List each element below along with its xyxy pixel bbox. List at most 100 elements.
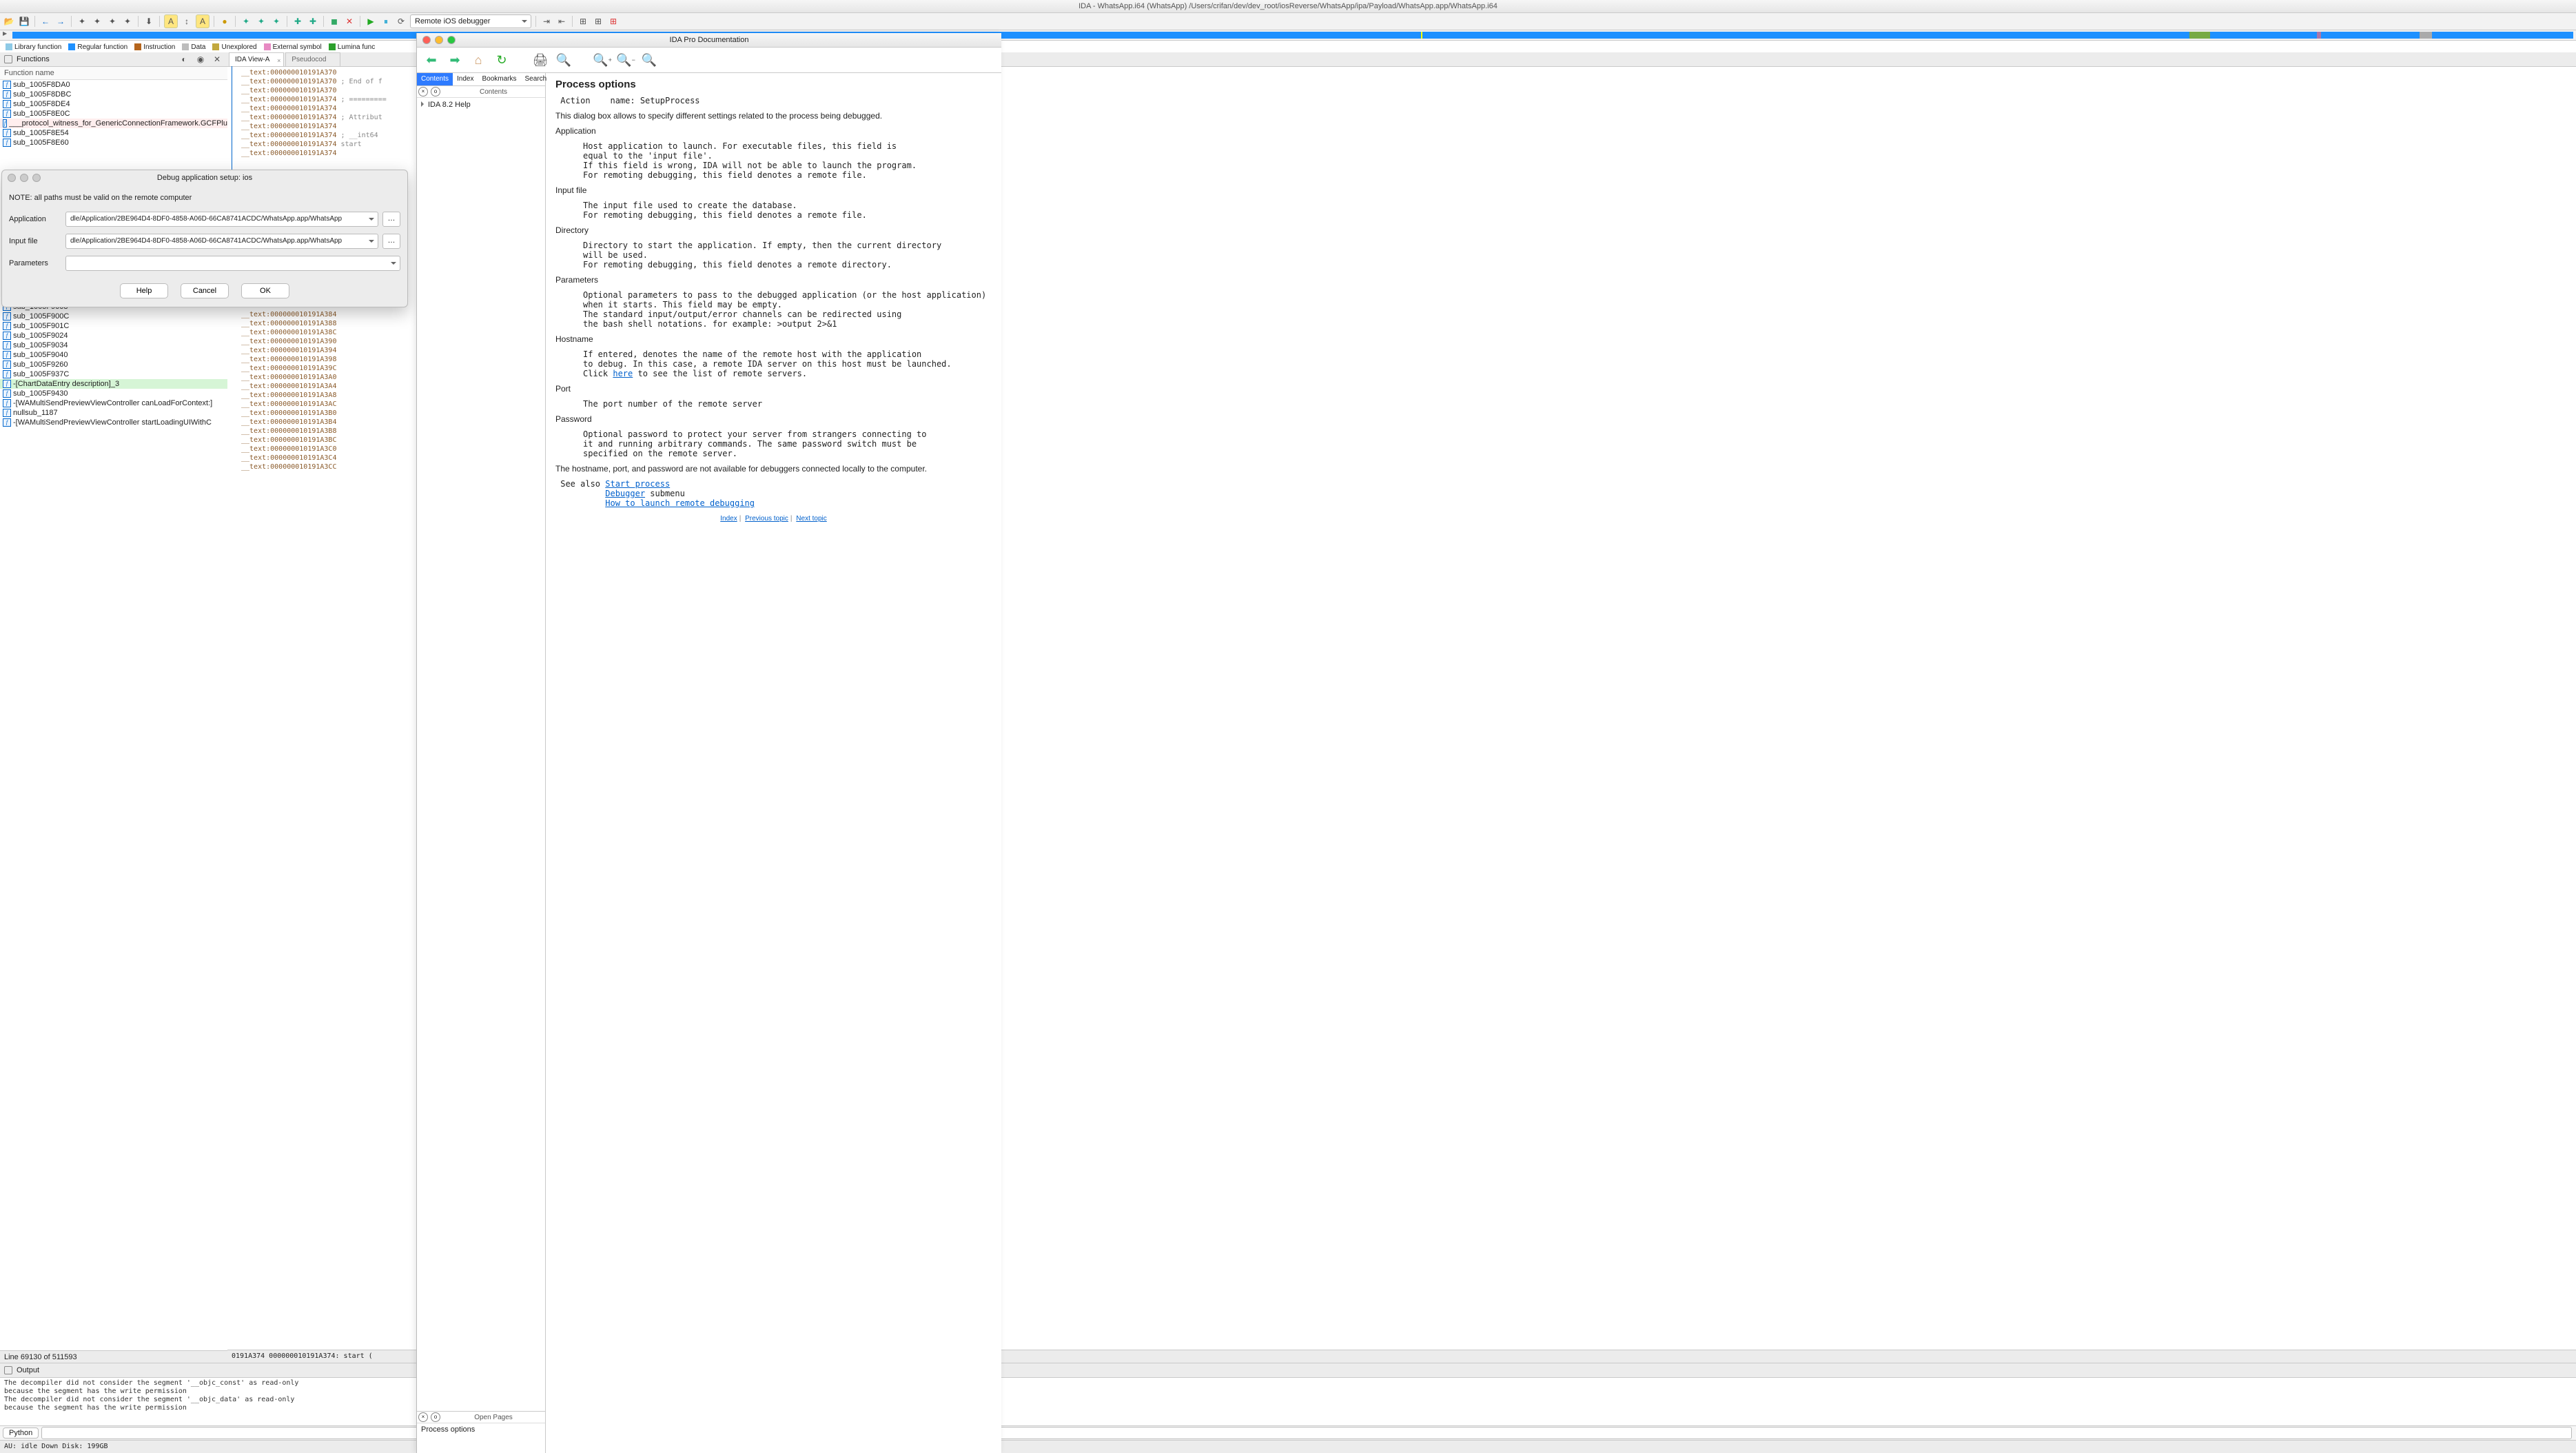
highlight-icon[interactable]: A [164, 14, 178, 28]
open-icon[interactable]: 📂 [3, 15, 15, 28]
stop-icon[interactable]: ◼ [328, 15, 340, 28]
pane-btn-icon[interactable]: ◉ [194, 53, 207, 65]
function-row[interactable]: fsub_1005F8DE4 [0, 99, 227, 109]
back-icon[interactable]: ← [39, 15, 52, 28]
traffic-zoom-icon[interactable] [447, 36, 456, 44]
tool-icon[interactable]: ✚ [307, 15, 319, 28]
tool-icon[interactable]: ⊞ [592, 15, 604, 28]
help-content[interactable]: Process options Action name: SetupProces… [546, 73, 1001, 1453]
find-icon[interactable]: 🔍 [555, 51, 573, 69]
traffic-close-icon[interactable] [8, 174, 16, 182]
function-row[interactable]: f-[ChartDataEntry description]_3 [0, 379, 227, 389]
circle-icon[interactable]: o [431, 1412, 440, 1422]
traffic-min-icon[interactable] [435, 36, 443, 44]
traffic-zoom-icon[interactable] [32, 174, 41, 182]
tool-icon[interactable]: ✦ [76, 15, 88, 28]
help-tab-bookmarks[interactable]: Bookmarks [478, 73, 521, 85]
zoom-reset-icon[interactable]: 🔍 [640, 51, 658, 69]
fwd-icon[interactable]: → [54, 15, 67, 28]
inputfile-input[interactable]: dle/Application/2BE964D4-8DF0-4858-A06D-… [65, 234, 378, 249]
tab-ida-view[interactable]: IDA View-A× [229, 52, 284, 66]
highlight-icon[interactable]: A [196, 14, 209, 28]
save-icon[interactable]: 💾 [18, 15, 30, 28]
ok-button[interactable]: OK [241, 283, 289, 298]
function-row[interactable]: fsub_1005F9034 [0, 341, 227, 350]
nav-band[interactable]: ▶ [0, 30, 2576, 41]
browse-button[interactable]: … [382, 234, 400, 249]
tool-icon[interactable]: ⇤ [555, 15, 568, 28]
traffic-min-icon[interactable] [20, 174, 28, 182]
tool-icon[interactable]: ✚ [292, 15, 304, 28]
run-icon[interactable]: ▶ [365, 15, 377, 28]
function-row[interactable]: f-[WAMultiSendPreviewViewController canL… [0, 398, 227, 408]
tool-icon[interactable]: ✦ [255, 15, 267, 28]
open-page-item[interactable]: Process options [417, 1423, 545, 1436]
function-row[interactable]: f___protocol_witness_for_GenericConnecti… [0, 119, 227, 128]
function-row[interactable]: fsub_1005F9040 [0, 350, 227, 360]
circle-icon[interactable]: ● [218, 15, 231, 28]
parameters-input[interactable] [65, 256, 400, 271]
browse-button[interactable]: … [382, 212, 400, 227]
nav-back-icon[interactable]: ⬅ [422, 51, 440, 69]
index-link[interactable]: Index [720, 515, 737, 522]
tool-icon[interactable]: ✦ [121, 15, 134, 28]
pane-btn-icon[interactable]: ◐ [178, 53, 190, 65]
function-row[interactable]: fsub_1005F8E54 [0, 128, 227, 138]
nav-fwd-icon[interactable]: ➡ [446, 51, 464, 69]
function-row[interactable]: fsub_1005F8E60 [0, 138, 227, 148]
python-button[interactable]: Python [3, 1427, 39, 1439]
tool-icon[interactable]: ✦ [240, 15, 252, 28]
remote-debug-link[interactable]: How to launch remote debugging [605, 498, 755, 508]
tool-icon[interactable]: ⬇ [143, 15, 155, 28]
close-icon[interactable]: ✕ [343, 15, 356, 28]
close-icon[interactable]: × [418, 87, 428, 96]
function-row[interactable]: fsub_1005F901C [0, 321, 227, 331]
function-row[interactable]: fsub_1005F900C [0, 312, 227, 321]
tool-icon[interactable]: ✦ [106, 15, 119, 28]
tool-icon[interactable]: ↕ [181, 15, 193, 28]
expand-icon[interactable] [421, 101, 427, 107]
function-row[interactable]: fsub_1005F9430 [0, 389, 227, 398]
help-tab-index[interactable]: Index [453, 73, 478, 85]
debugger-link[interactable]: Debugger [605, 489, 645, 498]
tool-icon[interactable]: ✦ [270, 15, 283, 28]
function-row[interactable]: fsub_1005F9260 [0, 360, 227, 369]
next-link[interactable]: Next topic [796, 515, 826, 522]
cancel-button[interactable]: Cancel [181, 283, 229, 298]
tool-icon[interactable]: ⟳ [395, 15, 407, 28]
tab-close-icon[interactable]: × [277, 54, 280, 68]
help-tree[interactable]: IDA 8.2 Help [417, 98, 545, 1411]
sync-icon[interactable]: ↻ [493, 51, 511, 69]
tab-pseudocode[interactable]: Pseudocod [285, 52, 340, 66]
column-header[interactable]: Function name [0, 67, 227, 80]
function-row[interactable]: fsub_1005F8E0C [0, 109, 227, 119]
tool-icon[interactable]: ✦ [91, 15, 103, 28]
function-row[interactable]: fsub_1005F8DBC [0, 90, 227, 99]
help-tab-contents[interactable]: Contents [417, 73, 453, 85]
here-link[interactable]: here [613, 369, 633, 378]
tool-icon[interactable]: ⊞ [607, 15, 620, 28]
pane-close-icon[interactable]: ✕ [211, 53, 223, 65]
application-input[interactable]: dle/Application/2BE964D4-8DF0-4858-A06D-… [65, 212, 378, 227]
function-row[interactable]: fsub_1005F9024 [0, 331, 227, 341]
pause-icon[interactable]: ⏸ [380, 15, 392, 28]
start-process-link[interactable]: Start process [605, 479, 670, 489]
close-icon[interactable]: × [418, 1412, 428, 1422]
pane-icon [4, 55, 12, 63]
function-row[interactable]: f-[WAMultiSendPreviewViewController star… [0, 418, 227, 427]
zoom-out-icon[interactable]: 🔍− [617, 51, 635, 69]
home-icon[interactable]: ⌂ [469, 51, 487, 69]
traffic-close-icon[interactable] [422, 36, 431, 44]
help-button[interactable]: Help [120, 283, 168, 298]
function-row[interactable]: fnullsub_1187 [0, 408, 227, 418]
output-text[interactable]: The decompiler did not consider the segm… [0, 1378, 2576, 1425]
function-row[interactable]: fsub_1005F937C [0, 369, 227, 379]
prev-link[interactable]: Previous topic [745, 515, 788, 522]
tool-icon[interactable]: ⊞ [577, 15, 589, 28]
circle-icon[interactable]: o [431, 87, 440, 96]
function-row[interactable]: fsub_1005F8DA0 [0, 80, 227, 90]
zoom-in-icon[interactable]: 🔍+ [593, 51, 611, 69]
debugger-select[interactable]: Remote iOS debugger [410, 14, 531, 28]
print-icon[interactable]: 🖨 [531, 51, 549, 69]
tool-icon[interactable]: ⇥ [540, 15, 553, 28]
